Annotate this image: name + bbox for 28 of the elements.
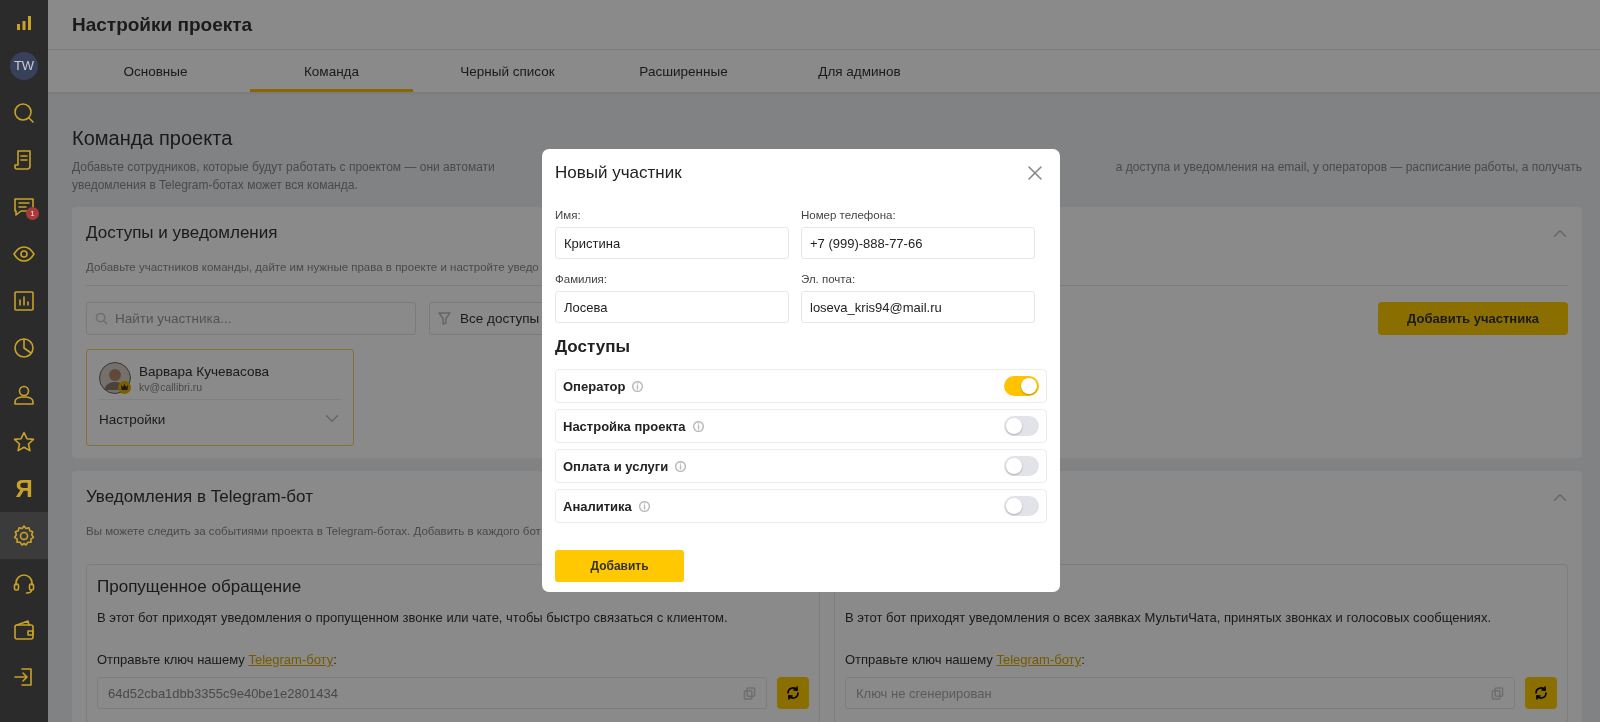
description-text: Добавьте сотрудников, которые будут работать с проектом — они автомати: [72, 159, 495, 176]
description-text: уведомления в Telegram-ботах может вся команда.: [72, 177, 358, 194]
permission-label: Оператор: [563, 378, 626, 394]
permission-label: Настройка проекта: [563, 418, 686, 434]
member-email: kv@callibri.ru: [139, 380, 204, 393]
dialog-title: Новый участник: [555, 163, 682, 183]
card-subtitle: Вы можете следить за событиями проекта в Telegram-ботах. Добавить в каждого бот: [86, 524, 541, 539]
card-title: Доступы и уведомления: [86, 222, 278, 244]
card-title: Уведомления в Telegram-бот: [86, 486, 313, 508]
member-name: Варвара Кучевасова: [139, 363, 269, 379]
card-subtitle: Добавьте участников команды, дайте им нужные права в проекте и настройте уведо: [86, 260, 539, 275]
field-label: Фамилия:: [555, 272, 609, 287]
instruction-text: Отправьте ключ нашему Telegram-боту:: [845, 651, 1086, 669]
bot-title: Пропущенное обращение: [97, 576, 302, 598]
field-label: Номер телефона:: [801, 208, 897, 223]
field-label: Эл. почта:: [801, 272, 857, 287]
bot-description: В этот бот приходят уведомления о пропущенном звонке или чате, чтобы быстро связаться с клиентом.: [97, 609, 729, 627]
field-label: Имя:: [555, 208, 582, 223]
settings-label: Настройки: [99, 411, 166, 427]
permission-label: Аналитика: [563, 498, 632, 514]
bot-description: В этот бот приходят уведомления о всех заявках МультиЧата, принятых звонках и голосовых сообщениях.: [845, 609, 1493, 627]
page-title: Настройки проекта: [72, 13, 253, 36]
letter-logo: Я: [15, 474, 33, 503]
section-title: Команда проекта: [72, 126, 234, 150]
section-heading: Доступы: [555, 336, 631, 358]
permission-label: Оплата и услуги: [563, 458, 669, 474]
notification-badge: 1: [26, 207, 39, 220]
instruction-text: Отправьте ключ нашему Telegram-боту:: [97, 651, 338, 669]
